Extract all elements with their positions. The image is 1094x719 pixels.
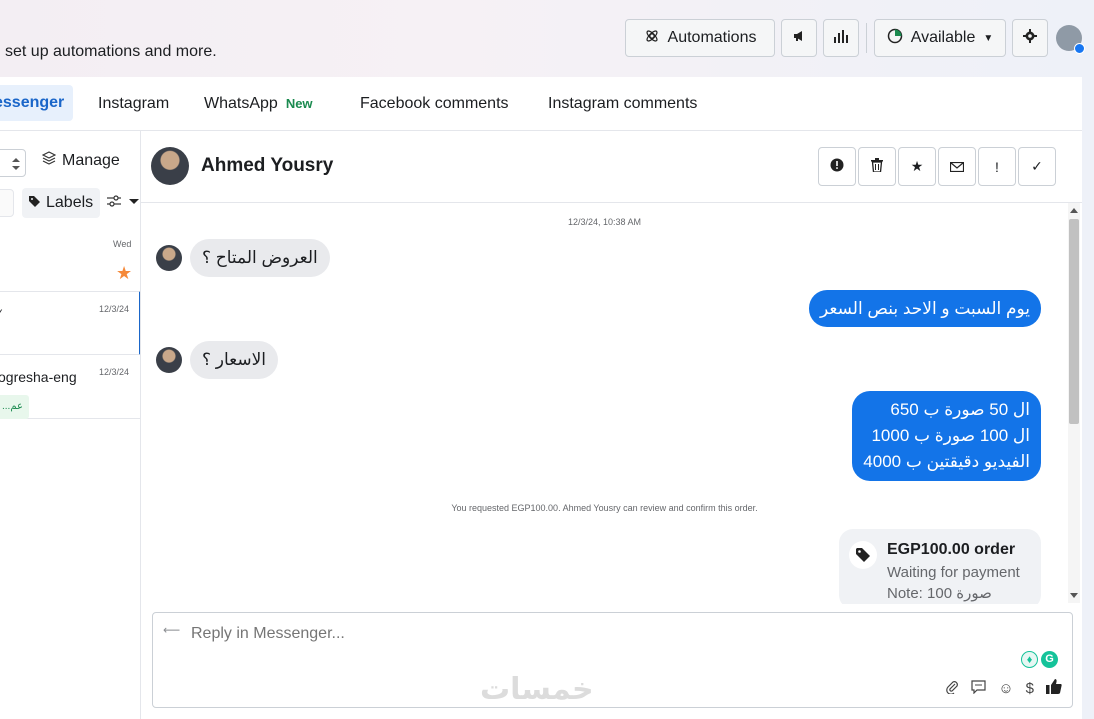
report-button[interactable]: [818, 147, 856, 186]
grammarly-widget[interactable]: ♦ G: [1021, 651, 1058, 668]
system-note: You requested EGP100.00. Ahmed Yousry ca…: [451, 503, 758, 513]
star-icon: ★: [910, 158, 924, 174]
exclamation-icon: !: [995, 158, 999, 175]
conversation-time: 12/3/24: [99, 304, 130, 314]
message-date: 12/3/24, 10:38 AM: [567, 217, 642, 227]
incoming-message: العروض المتاح ؟: [156, 239, 330, 277]
page-avatar[interactable]: [1056, 25, 1085, 54]
tab-facebook-comments[interactable]: Facebook comments: [360, 95, 509, 113]
contact-name[interactable]: Ahmed Yousry: [201, 155, 333, 177]
labels-button[interactable]: Labels: [22, 188, 101, 218]
automations-icon: [644, 28, 660, 49]
conversation-label-tag: ...عم: [0, 395, 29, 419]
automations-button[interactable]: Automations: [625, 19, 775, 57]
conversation-time: Wed: [113, 239, 132, 249]
envelope-icon: [949, 159, 965, 175]
megaphone-button[interactable]: [781, 19, 817, 57]
order-status: Waiting for payment: [887, 564, 1020, 581]
megaphone-icon: [792, 29, 806, 48]
star-icon[interactable]: ★: [116, 263, 132, 284]
conversation-time: 12/3/24: [99, 367, 130, 377]
outgoing-message-bubble[interactable]: ال 50 صورة ب 650 ال 100 صورة ب 1000 الفي…: [852, 391, 1041, 481]
delete-button[interactable]: [858, 147, 896, 186]
search-box[interactable]: [0, 189, 14, 217]
chat-pane: Ahmed Yousry ★ ! ✓ 12/3/24, 10:38 AM الع…: [141, 131, 1082, 719]
conversation-item-selected[interactable]: 12/3/24 ⁄: [0, 291, 140, 355]
message-line: ال 50 صورة ب 650: [890, 400, 1030, 419]
automations-label: Automations: [667, 29, 757, 46]
scrollbar-thumb[interactable]: [1069, 219, 1079, 424]
mark-unread-button[interactable]: [938, 147, 976, 186]
availability-dropdown[interactable]: Available ▼: [874, 19, 1006, 57]
star-button[interactable]: ★: [898, 147, 936, 186]
bar-chart-icon: [833, 29, 849, 48]
alert-circle-icon: [830, 158, 844, 175]
reply-tools: ☺ $: [945, 679, 1062, 698]
tab-instagram-comments[interactable]: Instagram comments: [548, 95, 697, 113]
labels-label: Labels: [46, 194, 94, 211]
order-card[interactable]: EGP100.00 order Waiting for payment Note…: [839, 529, 1041, 604]
incoming-message: الاسعار ؟: [156, 341, 278, 379]
price-tag-icon: [849, 541, 877, 569]
lightbulb-icon[interactable]: ♦: [1021, 651, 1038, 668]
chat-header: Ahmed Yousry ★ ! ✓: [141, 131, 1082, 203]
order-title: EGP100.00 order: [887, 541, 1016, 558]
sender-avatar: [156, 245, 182, 271]
watermark-logo: خمسات: [480, 673, 594, 706]
conversation-list: Manage Labels Wed ★ 12/3/24 ⁄ 12/3/24 og…: [0, 131, 141, 719]
order-note: Note: 100 صورة: [887, 585, 992, 602]
message-line: الفيديو دقيقتين ب 4000: [863, 452, 1030, 471]
manage-label: Manage: [62, 151, 120, 169]
tag-icon: [29, 194, 40, 212]
number-stepper[interactable]: [0, 149, 26, 177]
toolbar-divider: [866, 23, 867, 53]
mark-done-button[interactable]: ✓: [1018, 147, 1056, 186]
checkmark-icon: ✓: [1031, 158, 1043, 174]
emoji-icon[interactable]: ☺: [998, 680, 1013, 697]
layers-icon: [41, 151, 57, 170]
tab-instagram[interactable]: Instagram: [98, 95, 169, 113]
scroll-down-icon[interactable]: [1070, 593, 1078, 598]
availability-label: Available: [910, 29, 976, 46]
channel-tabs: essenger Instagram WhatsApp New Facebook …: [0, 77, 1082, 131]
message-scrollbar[interactable]: [1068, 203, 1080, 603]
filter-sliders-icon[interactable]: [107, 194, 121, 210]
gear-icon: [1023, 28, 1037, 48]
conversation-name: ogresha-eng: [0, 369, 77, 385]
contact-avatar[interactable]: [151, 147, 189, 185]
message-bubble[interactable]: الاسعار ؟: [190, 341, 278, 379]
thumbs-up-icon[interactable]: [1046, 679, 1062, 698]
tab-whatsapp-label: WhatsApp: [204, 95, 278, 112]
availability-status-icon: [887, 28, 903, 49]
dollar-icon[interactable]: $: [1026, 680, 1034, 697]
reply-input[interactable]: [191, 625, 891, 643]
reply-arrow-icon: ⟵: [163, 623, 181, 637]
facebook-badge-icon: [1074, 43, 1085, 54]
header-subtitle: set up automations and more.: [5, 43, 217, 60]
conversation-actions: ★ ! ✓: [818, 147, 1057, 186]
insights-button[interactable]: [823, 19, 859, 57]
spam-button[interactable]: !: [978, 147, 1016, 186]
settings-button[interactable]: [1012, 19, 1048, 57]
message-list: 12/3/24, 10:38 AM العروض المتاح ؟ يوم ال…: [141, 203, 1082, 604]
outgoing-message-bubble[interactable]: يوم السبت و الاحد بنص السعر: [809, 290, 1041, 327]
new-badge: New: [285, 96, 313, 111]
filter-chevron-down-icon[interactable]: [129, 199, 139, 204]
message-bubble[interactable]: العروض المتاح ؟: [190, 239, 330, 277]
grammarly-icon[interactable]: G: [1041, 651, 1058, 668]
reply-box[interactable]: ⟵ ♦ G ☺ $: [152, 612, 1073, 708]
top-toolbar: Automations Available ▼: [625, 19, 1085, 57]
conversation-item[interactable]: 12/3/24 ogresha-eng ...عم: [0, 355, 140, 419]
chevron-down-icon: ▼: [983, 32, 994, 44]
tab-whatsapp[interactable]: WhatsApp New: [204, 95, 313, 113]
message-line: ال 100 صورة ب 1000: [871, 426, 1030, 445]
attachment-icon[interactable]: [945, 680, 959, 698]
sender-avatar: [156, 347, 182, 373]
scroll-up-icon[interactable]: [1070, 208, 1078, 213]
tab-messenger[interactable]: essenger: [0, 85, 74, 121]
trash-icon: [871, 158, 883, 175]
manage-button[interactable]: Manage: [41, 151, 120, 170]
inbox-panel: essenger Instagram WhatsApp New Facebook …: [0, 77, 1082, 719]
saved-replies-icon[interactable]: [971, 679, 986, 698]
